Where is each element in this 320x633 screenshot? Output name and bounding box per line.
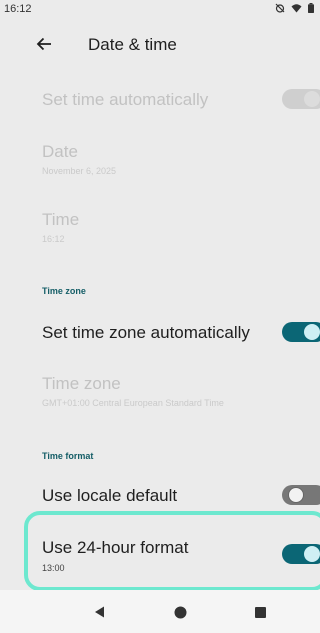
nav-recents-button[interactable] <box>250 602 270 622</box>
use-locale-default-switch[interactable] <box>282 485 320 505</box>
setting-title: Time zone <box>42 374 121 393</box>
setting-title: Use 24-hour format <box>42 538 189 557</box>
page-title: Date & time <box>88 35 177 54</box>
setting-title: Date <box>42 142 78 161</box>
status-time: 16:12 <box>4 3 32 15</box>
set-time-auto-switch[interactable] <box>282 89 320 109</box>
setting-use-24-hour-format[interactable]: Use 24-hour format 13:00 <box>0 528 320 582</box>
section-header-time-format: Time format <box>42 451 94 461</box>
setting-date[interactable]: Date November 6, 2025 <box>0 130 320 184</box>
status-icons <box>275 3 314 13</box>
status-bar: 16:12 <box>0 0 320 18</box>
setting-time-zone[interactable]: Time zone GMT+01:00 Central European Sta… <box>0 362 320 416</box>
setting-use-locale-default[interactable]: Use locale default <box>0 474 320 518</box>
battery-icon <box>308 3 314 13</box>
alarm-off-icon <box>275 3 285 13</box>
setting-value: 16:12 <box>42 234 65 244</box>
section-header-time-zone: Time zone <box>42 286 86 296</box>
home-circle-icon <box>174 606 186 618</box>
arrow-left-icon <box>36 37 51 51</box>
wifi-icon <box>291 3 302 13</box>
setting-value: GMT+01:00 Central European Standard Time <box>42 398 224 408</box>
setting-value: 13:00 <box>42 563 65 573</box>
back-button[interactable] <box>30 32 58 56</box>
use-24-hour-switch[interactable] <box>282 544 320 564</box>
setting-time[interactable]: Time 16:12 <box>0 196 320 250</box>
setting-title: Set time automatically <box>42 90 209 109</box>
setting-value: November 6, 2025 <box>42 166 117 176</box>
setting-title: Time <box>42 210 80 229</box>
nav-home-button[interactable] <box>170 602 190 622</box>
set-time-zone-auto-switch[interactable] <box>282 322 320 342</box>
navigation-bar <box>0 590 320 633</box>
recents-square-icon <box>254 606 266 618</box>
setting-title: Set time zone automatically <box>42 323 250 342</box>
settings-screen: 16:12 Date & time Set time automatically… <box>0 0 320 633</box>
app-bar: Date & time <box>0 18 320 70</box>
setting-title: Use locale default <box>42 486 178 505</box>
back-triangle-icon <box>95 606 104 618</box>
setting-set-time-zone-automatically[interactable]: Set time zone automatically <box>0 310 320 356</box>
nav-back-button[interactable] <box>90 602 110 622</box>
setting-set-time-automatically[interactable]: Set time automatically <box>0 76 320 120</box>
